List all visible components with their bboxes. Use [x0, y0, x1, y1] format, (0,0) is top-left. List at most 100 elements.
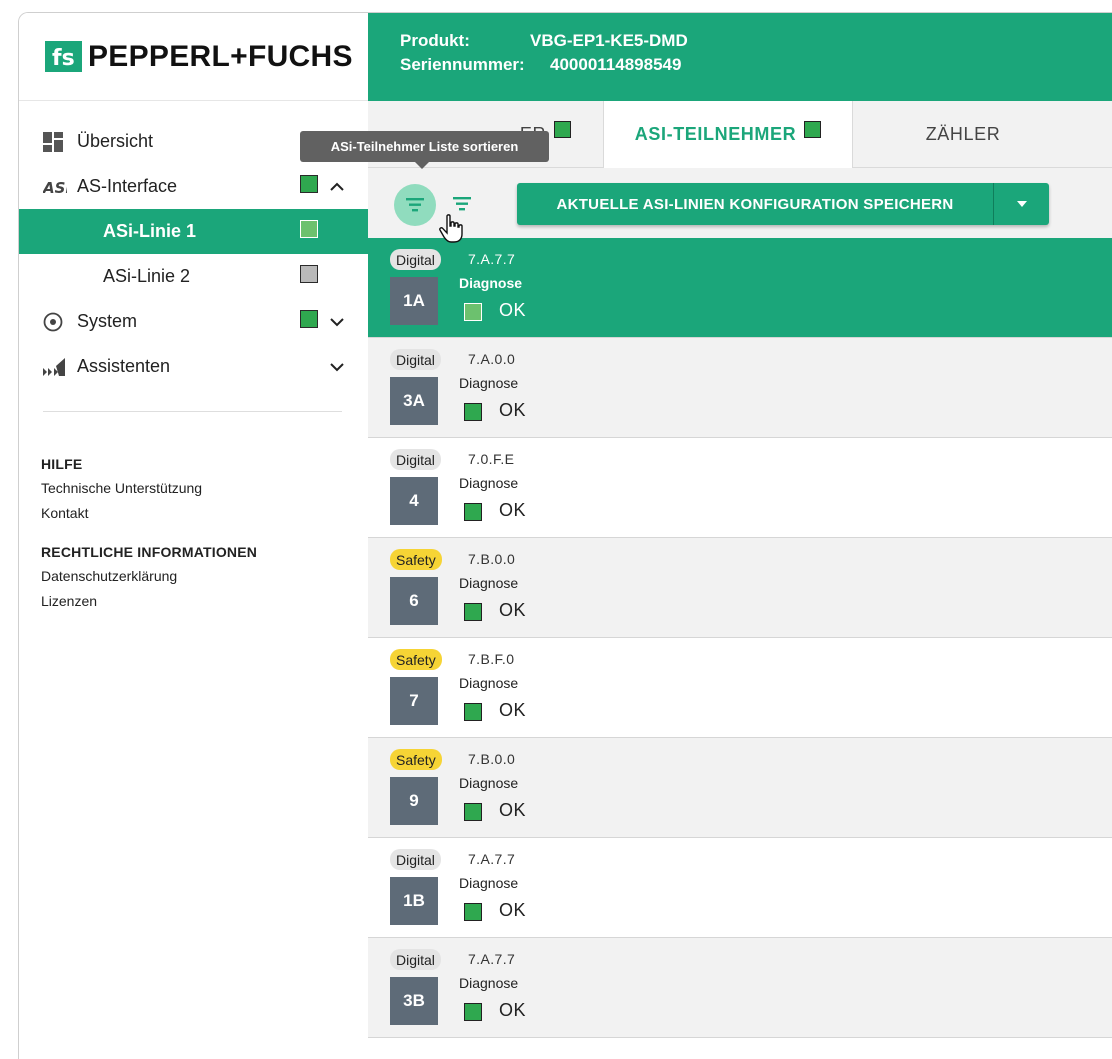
- status-indicator: [554, 121, 572, 138]
- slave-version: 7.0.F.E: [468, 451, 515, 467]
- sidebar: fs PEPPERL+FUCHS Übersicht ASi AS-Interf…: [19, 13, 368, 1059]
- status-indicator: [300, 310, 318, 328]
- legal-heading: RECHTLICHE INFORMATIONEN: [41, 544, 258, 560]
- tab-label: ZÄHLER: [925, 124, 1001, 144]
- pepperl-fuchs-logo-icon: fs: [45, 41, 82, 72]
- status-indicator: [464, 403, 482, 421]
- chevron-down-icon[interactable]: [326, 356, 348, 377]
- app-window: fs PEPPERL+FUCHS Übersicht ASi AS-Interf…: [18, 12, 1112, 1059]
- slave-type-badge: Safety: [390, 749, 442, 770]
- slave-address-badge: 3A: [390, 377, 438, 425]
- slave-type-badge: Digital: [390, 349, 441, 370]
- status-indicator: [300, 265, 318, 283]
- save-configuration-button[interactable]: AKTUELLE ASI-LINIEN KONFIGURATION SPEICH…: [517, 183, 1049, 225]
- asi-icon: ASi: [43, 178, 77, 196]
- slave-type-badge: Safety: [390, 549, 442, 570]
- assistants-icon: [43, 357, 77, 376]
- product-header: Produkt: VBG-EP1-KE5-DMD Seriennummer: 4…: [368, 13, 1112, 101]
- link-kontakt[interactable]: Kontakt: [41, 505, 368, 521]
- diagnose-status: OK: [499, 600, 527, 620]
- diagnose-label: Diagnose: [459, 275, 523, 291]
- status-indicator: [464, 303, 482, 321]
- diagnose-status: OK: [499, 900, 527, 920]
- sidebar-item-as-interface[interactable]: ASi AS-Interface: [19, 164, 368, 209]
- status-indicator: [464, 603, 482, 621]
- status-indicator: [464, 503, 482, 521]
- diagnose-label: Diagnose: [459, 875, 519, 891]
- slave-address-badge: 1B: [390, 877, 438, 925]
- help-heading: HILFE: [41, 456, 83, 472]
- sidebar-item-system[interactable]: System: [19, 299, 368, 344]
- sidebar-item-label: Assistenten: [77, 356, 171, 376]
- diagnose-status: OK: [499, 500, 527, 520]
- diagnose-label: Diagnose: [459, 675, 519, 691]
- status-indicator: [464, 903, 482, 921]
- diagnose-status: OK: [499, 1000, 527, 1020]
- sidebar-item-label: ASi-Linie 2: [103, 266, 191, 286]
- link-datenschutzerklaerung[interactable]: Datenschutzerklärung: [41, 568, 368, 584]
- diagnose-label: Diagnose: [459, 975, 519, 991]
- status-indicator: [464, 803, 482, 821]
- asi-slave-list: Digital 7.A.7.7 1A Diagnose OK Digital 7.A.0.0…: [368, 238, 1112, 1038]
- sidebar-item-label: System: [77, 311, 138, 331]
- svg-text:ASi: ASi: [43, 179, 67, 196]
- toolbar: AKTUELLE ASI-LINIEN KONFIGURATION SPEICH…: [368, 168, 1112, 238]
- status-indicator: [464, 1003, 482, 1021]
- slave-version: 7.B.F.0: [468, 651, 515, 667]
- slave-address-badge: 7: [390, 677, 438, 725]
- serial-label: Seriennummer:: [400, 55, 525, 74]
- system-target-icon: [43, 312, 77, 332]
- diagnose-status: OK: [499, 700, 527, 720]
- produkt-value: VBG-EP1-KE5-DMD: [530, 31, 688, 50]
- slave-address-badge: 4: [390, 477, 438, 525]
- slave-version: 7.A.7.7: [468, 851, 516, 867]
- sidebar-item-assistenten[interactable]: Assistenten: [19, 344, 368, 389]
- slave-row[interactable]: Safety 7.B.0.0 9 Diagnose OK: [368, 738, 1112, 838]
- sidebar-item-asi-linie-2[interactable]: ASi-Linie 2: [19, 254, 368, 299]
- svg-text:fs: fs: [52, 46, 75, 70]
- serial-value: 40000114898549: [550, 55, 682, 74]
- slave-address-badge: 6: [390, 577, 438, 625]
- slave-version: 7.A.7.7: [468, 251, 516, 267]
- chevron-down-icon[interactable]: [326, 311, 348, 332]
- status-indicator: [804, 121, 822, 138]
- sort-icon: [406, 198, 424, 212]
- diagnose-status: OK: [499, 800, 527, 820]
- save-configuration-label: AKTUELLE ASI-LINIEN KONFIGURATION SPEICH…: [556, 195, 954, 213]
- sidebar-item-label: AS-Interface: [77, 176, 178, 196]
- sidebar-item-asi-linie-1[interactable]: ASi-Linie 1: [19, 209, 368, 254]
- diagnose-label: Diagnose: [459, 775, 519, 791]
- slave-row[interactable]: Digital 7.0.F.E 4 Diagnose OK: [368, 438, 1112, 538]
- chevron-up-icon[interactable]: [326, 176, 348, 197]
- hand-cursor-icon: [439, 214, 465, 249]
- slave-row[interactable]: Safety 7.B.F.0 7 Diagnose OK: [368, 638, 1112, 738]
- tab-zaehler[interactable]: ZÄHLER: [853, 101, 1073, 168]
- slave-row[interactable]: Safety 7.B.0.0 6 Diagnose OK: [368, 538, 1112, 638]
- link-lizenzen[interactable]: Lizenzen: [41, 593, 368, 609]
- diagnose-status: OK: [499, 300, 527, 320]
- diagnose-label: Diagnose: [459, 475, 519, 491]
- diagnose-label: Diagnose: [459, 375, 519, 391]
- filter-icon: [453, 197, 471, 211]
- link-technische-unterstuetzung[interactable]: Technische Unterstützung: [41, 480, 368, 496]
- tab-asi-teilnehmer[interactable]: ASI-TEILNEHMER: [603, 101, 853, 168]
- slave-row[interactable]: Digital 7.A.7.7 1B Diagnose OK: [368, 838, 1112, 938]
- slave-type-badge: Digital: [390, 249, 441, 270]
- slave-address-badge: 1A: [390, 277, 438, 325]
- slave-version: 7.A.7.7: [468, 951, 516, 967]
- slave-version: 7.A.0.0: [468, 351, 516, 367]
- logo[interactable]: fs PEPPERL+FUCHS: [19, 13, 368, 101]
- slave-row[interactable]: Digital 7.A.0.0 3A Diagnose OK: [368, 338, 1112, 438]
- sort-button[interactable]: [394, 184, 436, 226]
- tab-label: ASI-TEILNEHMER: [634, 124, 797, 144]
- diagnose-status: OK: [499, 400, 527, 420]
- produkt-label: Produkt:: [400, 31, 470, 50]
- dropdown-arrow-icon[interactable]: [994, 200, 1049, 208]
- overview-grid-icon: [43, 131, 77, 152]
- slave-address-badge: 9: [390, 777, 438, 825]
- sort-tooltip: ASi-Teilnehmer Liste sortieren: [300, 131, 549, 169]
- slave-row[interactable]: Digital 7.A.7.7 3B Diagnose OK: [368, 938, 1112, 1038]
- slave-version: 7.B.0.0: [468, 551, 516, 567]
- status-indicator: [300, 175, 318, 193]
- slave-row[interactable]: Digital 7.A.7.7 1A Diagnose OK: [368, 238, 1112, 338]
